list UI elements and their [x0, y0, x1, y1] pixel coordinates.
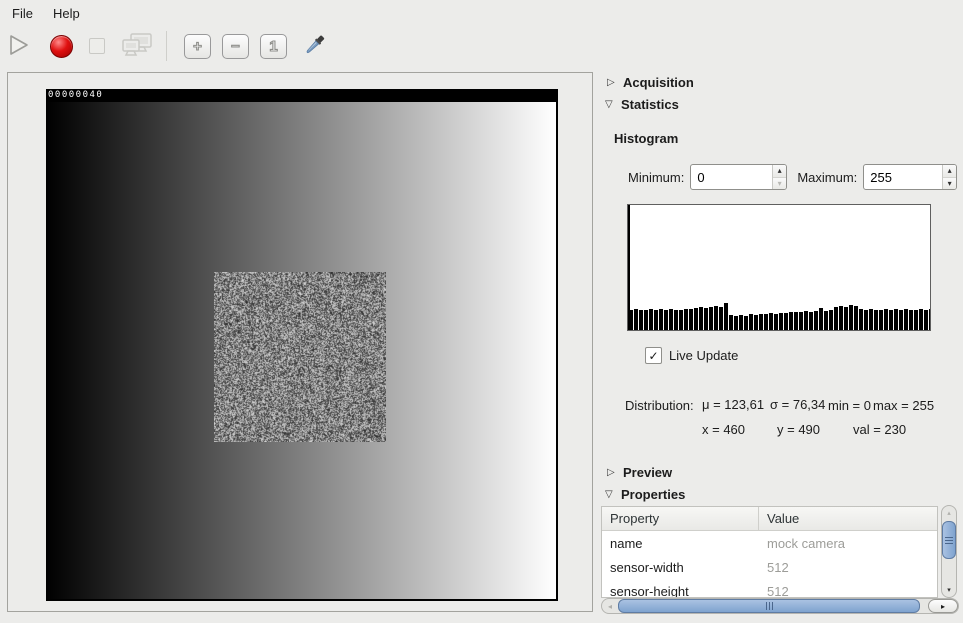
- property-value[interactable]: 512: [759, 560, 789, 575]
- stop-button[interactable]: [80, 31, 114, 61]
- record-icon: [50, 35, 73, 58]
- zoom-out-icon: −: [231, 38, 240, 55]
- maximum-spinbox: ▴ ▾: [863, 164, 957, 190]
- property-name: name: [602, 536, 759, 551]
- grip-icon: [945, 537, 953, 544]
- image-viewport: 00000040: [7, 72, 593, 612]
- minimum-up-button[interactable]: ▴: [773, 165, 786, 178]
- maximum-up-button[interactable]: ▴: [943, 165, 956, 178]
- side-panel: ▷ Acquisition ▽ Statistics Histogram Min…: [600, 66, 963, 623]
- horizontal-scroll-handle[interactable]: [618, 599, 920, 613]
- chevron-right-icon: ▷: [607, 467, 623, 478]
- expander-statistics[interactable]: ▽ Statistics: [605, 97, 679, 112]
- statistics-label: Statistics: [621, 97, 679, 112]
- column-property[interactable]: Property: [602, 507, 759, 530]
- distribution-max: max = 255: [873, 398, 934, 413]
- property-name: sensor-height: [602, 584, 759, 599]
- zoom-out-button[interactable]: −: [222, 34, 249, 59]
- expander-preview[interactable]: ▷ Preview: [607, 465, 672, 480]
- maximum-steppers: ▴ ▾: [942, 165, 956, 189]
- vertical-scroll-handle[interactable]: [942, 521, 956, 559]
- panel-horizontal-scrollbar[interactable]: ◂ ▸: [601, 598, 959, 614]
- frame-counter-bar: 00000040: [46, 89, 556, 102]
- expander-properties[interactable]: ▽ Properties: [605, 487, 685, 502]
- toolbar-separator: [166, 31, 167, 61]
- property-row[interactable]: sensor-height512: [602, 579, 937, 598]
- preview-label: Preview: [623, 465, 672, 480]
- column-value[interactable]: Value: [759, 511, 799, 526]
- grip-icon: [766, 602, 773, 610]
- distribution-label: Distribution:: [625, 398, 694, 413]
- minimum-label: Minimum:: [628, 170, 684, 185]
- distribution-x: x = 460: [702, 422, 745, 437]
- minimum-spinbox: ▴ ▾: [690, 164, 787, 190]
- menu-file[interactable]: File: [2, 1, 43, 26]
- property-name: sensor-width: [602, 560, 759, 575]
- scroll-up-button[interactable]: ▴: [942, 506, 956, 520]
- zoom-original-button[interactable]: 1: [260, 34, 287, 59]
- stop-icon: [89, 38, 105, 54]
- zoom-original-icon: 1: [269, 38, 277, 55]
- expander-acquisition[interactable]: ▷ Acquisition: [607, 75, 694, 90]
- play-button[interactable]: [2, 31, 36, 61]
- properties-vertical-scrollbar[interactable]: ▴ ▾: [941, 505, 957, 598]
- histogram-bars: [629, 205, 931, 330]
- scroll-left-button[interactable]: ◂: [602, 599, 618, 613]
- distribution-min: min = 0: [828, 398, 871, 413]
- play-icon: [7, 33, 31, 60]
- distribution-val: val = 230: [853, 422, 906, 437]
- display-icon: [120, 32, 154, 61]
- acquisition-label: Acquisition: [623, 75, 694, 90]
- live-update-row[interactable]: ✓ Live Update: [645, 347, 738, 364]
- camera-image[interactable]: 00000040: [46, 89, 558, 601]
- property-value[interactable]: 512: [759, 584, 789, 599]
- toolbar: + − 1: [0, 27, 963, 65]
- chevron-down-icon: ▽: [605, 489, 621, 500]
- histogram-plot: [627, 204, 931, 331]
- live-update-label: Live Update: [669, 348, 738, 363]
- gradient-pattern: [46, 102, 556, 599]
- minimum-row: Minimum: ▴ ▾ Maximum: ▴ ▾: [628, 164, 957, 190]
- maximum-down-button[interactable]: ▾: [943, 178, 956, 190]
- menu-help[interactable]: Help: [43, 1, 90, 26]
- minimum-input[interactable]: [691, 165, 772, 189]
- color-picker-button[interactable]: [297, 31, 331, 61]
- minimum-down-button[interactable]: ▾: [773, 178, 786, 190]
- zoom-in-button[interactable]: +: [184, 34, 211, 59]
- chevron-right-icon: ▷: [607, 77, 623, 88]
- properties-label: Properties: [621, 487, 685, 502]
- distribution-y: y = 490: [777, 422, 820, 437]
- frame-counter: 00000040: [48, 90, 103, 100]
- distribution-mu: μ = 123,61: [702, 397, 764, 412]
- record-button[interactable]: [44, 31, 78, 61]
- live-update-checkbox[interactable]: ✓: [645, 347, 662, 364]
- properties-rows: namemock camerasensor-width512sensor-hei…: [602, 531, 937, 598]
- eyedropper-icon: [301, 32, 327, 61]
- zoom-in-icon: +: [193, 38, 202, 55]
- chevron-down-icon: ▽: [605, 99, 621, 110]
- properties-table-header: Property Value: [602, 507, 937, 531]
- scroll-right-button[interactable]: ▸: [928, 599, 958, 613]
- properties-table: Property Value namemock camerasensor-wid…: [601, 506, 938, 598]
- menubar: File Help: [0, 0, 963, 27]
- maximum-input[interactable]: [864, 165, 942, 189]
- noise-region: [214, 272, 386, 442]
- distribution-sigma: σ = 76,34: [770, 397, 825, 412]
- app-window: File Help: [0, 0, 963, 623]
- maximum-label: Maximum:: [797, 170, 857, 185]
- histogram-title: Histogram: [614, 131, 678, 146]
- minimum-steppers: ▴ ▾: [772, 165, 786, 189]
- property-row[interactable]: sensor-width512: [602, 555, 937, 579]
- scroll-down-button[interactable]: ▾: [942, 583, 956, 597]
- fullscreen-button[interactable]: [116, 31, 158, 61]
- property-row[interactable]: namemock camera: [602, 531, 937, 555]
- property-value[interactable]: mock camera: [759, 536, 845, 551]
